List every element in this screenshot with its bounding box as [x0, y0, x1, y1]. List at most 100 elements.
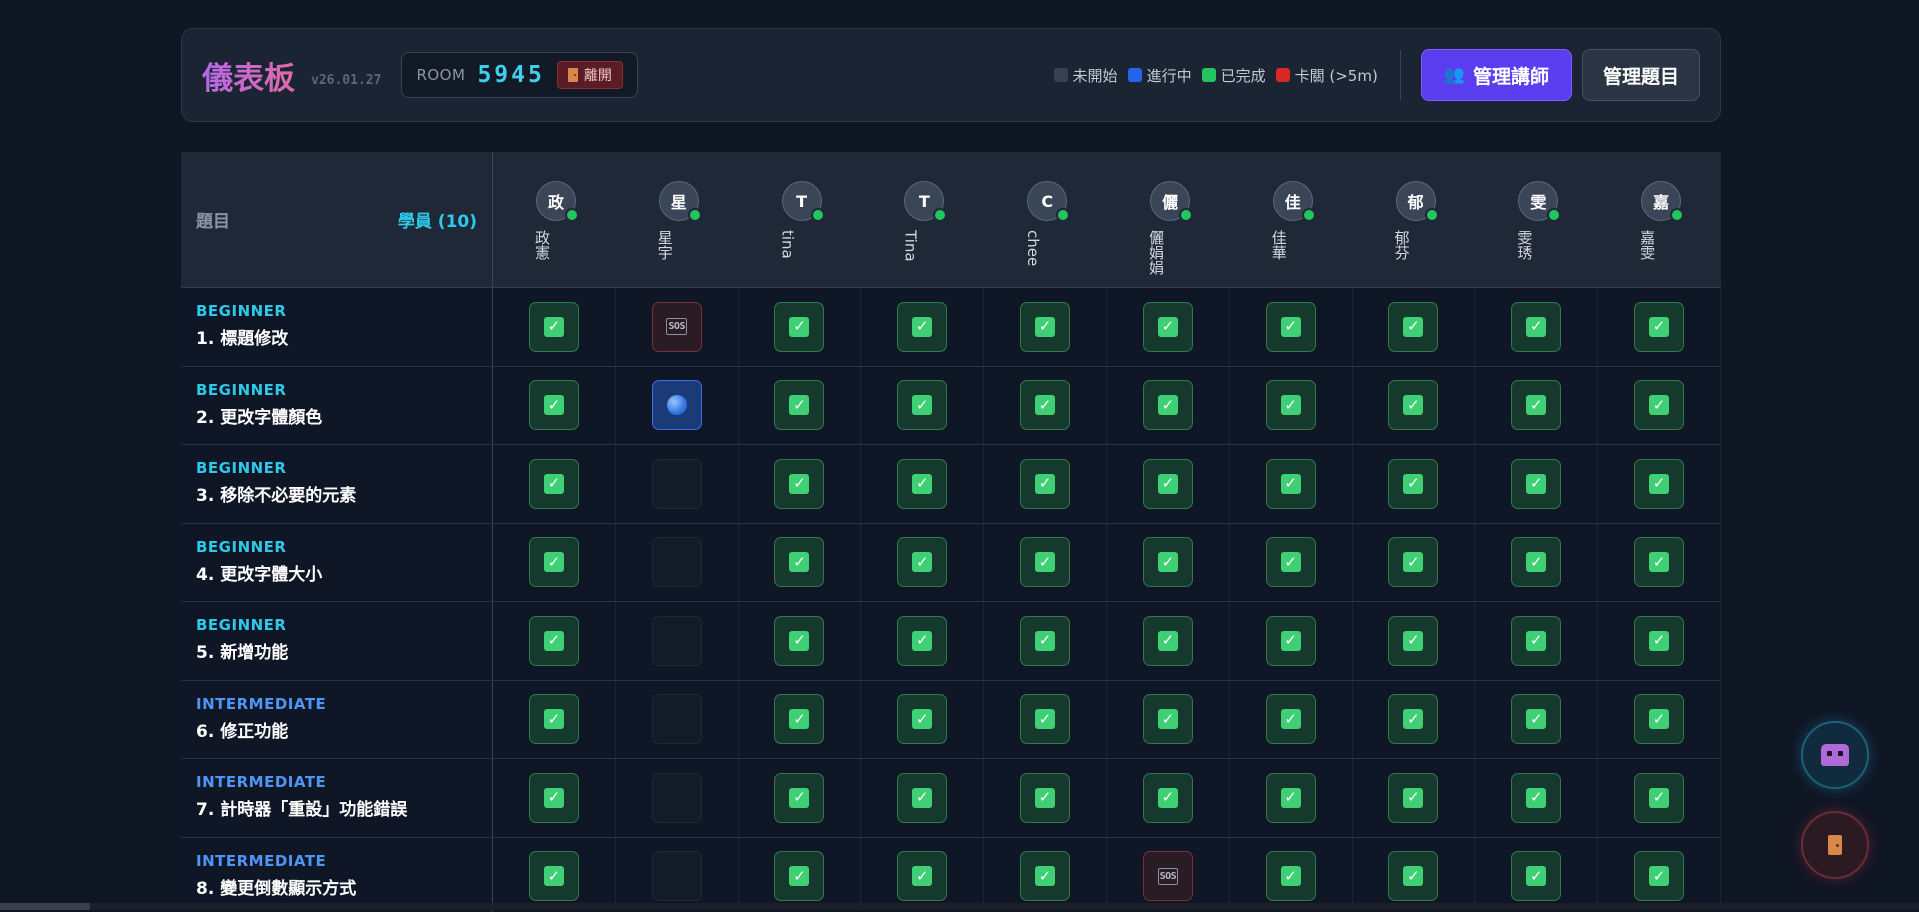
status-done[interactable]: ✓	[1266, 459, 1316, 509]
student-avatar[interactable]: 郁	[1396, 181, 1436, 221]
status-stuck[interactable]: SOS	[1143, 851, 1193, 901]
status-done[interactable]: ✓	[897, 459, 947, 509]
status-none[interactable]	[652, 694, 702, 744]
status-done[interactable]: ✓	[1020, 302, 1070, 352]
status-done[interactable]: ✓	[1266, 851, 1316, 901]
status-done[interactable]: ✓	[1511, 537, 1561, 587]
status-done[interactable]: ✓	[897, 851, 947, 901]
status-done[interactable]: ✓	[529, 694, 579, 744]
status-done[interactable]: ✓	[529, 302, 579, 352]
status-done[interactable]: ✓	[774, 380, 824, 430]
problem-cell[interactable]: BEGINNER3. 移除不必要的元素	[181, 445, 493, 523]
ai-assistant-button[interactable]	[1801, 721, 1869, 789]
scrollbar-thumb[interactable]	[0, 903, 90, 910]
status-done[interactable]: ✓	[529, 459, 579, 509]
student-avatar[interactable]: 佳	[1273, 181, 1313, 221]
status-done[interactable]: ✓	[1266, 537, 1316, 587]
student-avatar[interactable]: C	[1027, 181, 1067, 221]
status-done[interactable]: ✓	[1388, 380, 1438, 430]
student-avatar[interactable]: 嘉	[1641, 181, 1681, 221]
status-done[interactable]: ✓	[897, 537, 947, 587]
status-done[interactable]: ✓	[1634, 537, 1684, 587]
status-done[interactable]: ✓	[1020, 694, 1070, 744]
manage-problems-button[interactable]: 管理題目	[1582, 49, 1700, 101]
status-done[interactable]: ✓	[1634, 459, 1684, 509]
student-avatar[interactable]: 儷	[1150, 181, 1190, 221]
status-done[interactable]: ✓	[1388, 773, 1438, 823]
status-done[interactable]: ✓	[897, 380, 947, 430]
status-done[interactable]: ✓	[1388, 694, 1438, 744]
status-done[interactable]: ✓	[897, 616, 947, 666]
status-none[interactable]	[652, 773, 702, 823]
status-done[interactable]: ✓	[774, 616, 824, 666]
problem-cell[interactable]: INTERMEDIATE7. 計時器「重設」功能錯誤	[181, 759, 493, 837]
exit-button[interactable]	[1801, 811, 1869, 879]
status-done[interactable]: ✓	[1634, 851, 1684, 901]
status-done[interactable]: ✓	[897, 694, 947, 744]
status-done[interactable]: ✓	[1020, 773, 1070, 823]
status-done[interactable]: ✓	[1634, 616, 1684, 666]
status-done[interactable]: ✓	[1266, 302, 1316, 352]
horizontal-scrollbar[interactable]	[0, 903, 1919, 910]
problem-cell[interactable]: INTERMEDIATE6. 修正功能	[181, 681, 493, 759]
status-done[interactable]: ✓	[1143, 616, 1193, 666]
status-done[interactable]: ✓	[774, 537, 824, 587]
status-done[interactable]: ✓	[897, 773, 947, 823]
status-done[interactable]: ✓	[1020, 851, 1070, 901]
status-done[interactable]: ✓	[1020, 459, 1070, 509]
problem-cell[interactable]: INTERMEDIATE8. 變更倒數顯示方式	[181, 838, 493, 912]
status-done[interactable]: ✓	[1266, 616, 1316, 666]
status-done[interactable]: ✓	[1511, 459, 1561, 509]
status-done[interactable]: ✓	[1388, 459, 1438, 509]
student-avatar[interactable]: T	[782, 181, 822, 221]
student-avatar[interactable]: 星	[659, 181, 699, 221]
student-avatar[interactable]: T	[904, 181, 944, 221]
status-done[interactable]: ✓	[1266, 380, 1316, 430]
student-avatar[interactable]: 雯	[1518, 181, 1558, 221]
status-done[interactable]: ✓	[529, 616, 579, 666]
status-done[interactable]: ✓	[1143, 459, 1193, 509]
status-done[interactable]: ✓	[774, 302, 824, 352]
status-done[interactable]: ✓	[529, 851, 579, 901]
status-done[interactable]: ✓	[1634, 380, 1684, 430]
status-done[interactable]: ✓	[1388, 616, 1438, 666]
student-avatar[interactable]: 政	[536, 181, 576, 221]
status-done[interactable]: ✓	[1634, 302, 1684, 352]
manage-tutor-button[interactable]: 👥 管理講師	[1421, 49, 1572, 101]
status-none[interactable]	[652, 537, 702, 587]
status-done[interactable]: ✓	[1388, 302, 1438, 352]
status-done[interactable]: ✓	[1388, 851, 1438, 901]
status-done[interactable]: ✓	[1020, 380, 1070, 430]
status-done[interactable]: ✓	[1511, 773, 1561, 823]
status-done[interactable]: ✓	[529, 773, 579, 823]
status-done[interactable]: ✓	[1266, 694, 1316, 744]
leave-room-button[interactable]: 離開	[557, 61, 623, 89]
status-none[interactable]	[652, 459, 702, 509]
status-done[interactable]: ✓	[1388, 537, 1438, 587]
status-done[interactable]: ✓	[774, 694, 824, 744]
status-none[interactable]	[652, 851, 702, 901]
status-none[interactable]	[652, 616, 702, 666]
status-done[interactable]: ✓	[1020, 616, 1070, 666]
status-done[interactable]: ✓	[1511, 380, 1561, 430]
status-done[interactable]: ✓	[529, 537, 579, 587]
status-done[interactable]: ✓	[1143, 694, 1193, 744]
status-done[interactable]: ✓	[1143, 380, 1193, 430]
status-done[interactable]: ✓	[1511, 694, 1561, 744]
status-done[interactable]: ✓	[897, 302, 947, 352]
problem-cell[interactable]: BEGINNER5. 新增功能	[181, 602, 493, 680]
status-done[interactable]: ✓	[774, 773, 824, 823]
status-done[interactable]: ✓	[1143, 302, 1193, 352]
problem-cell[interactable]: BEGINNER2. 更改字體顏色	[181, 367, 493, 445]
status-done[interactable]: ✓	[774, 459, 824, 509]
status-done[interactable]: ✓	[1511, 851, 1561, 901]
status-done[interactable]: ✓	[1143, 773, 1193, 823]
status-done[interactable]: ✓	[529, 380, 579, 430]
status-progress[interactable]	[652, 380, 702, 430]
status-done[interactable]: ✓	[1511, 616, 1561, 666]
status-done[interactable]: ✓	[1511, 302, 1561, 352]
status-done[interactable]: ✓	[1634, 773, 1684, 823]
status-done[interactable]: ✓	[1266, 773, 1316, 823]
status-done[interactable]: ✓	[1634, 694, 1684, 744]
status-done[interactable]: ✓	[774, 851, 824, 901]
